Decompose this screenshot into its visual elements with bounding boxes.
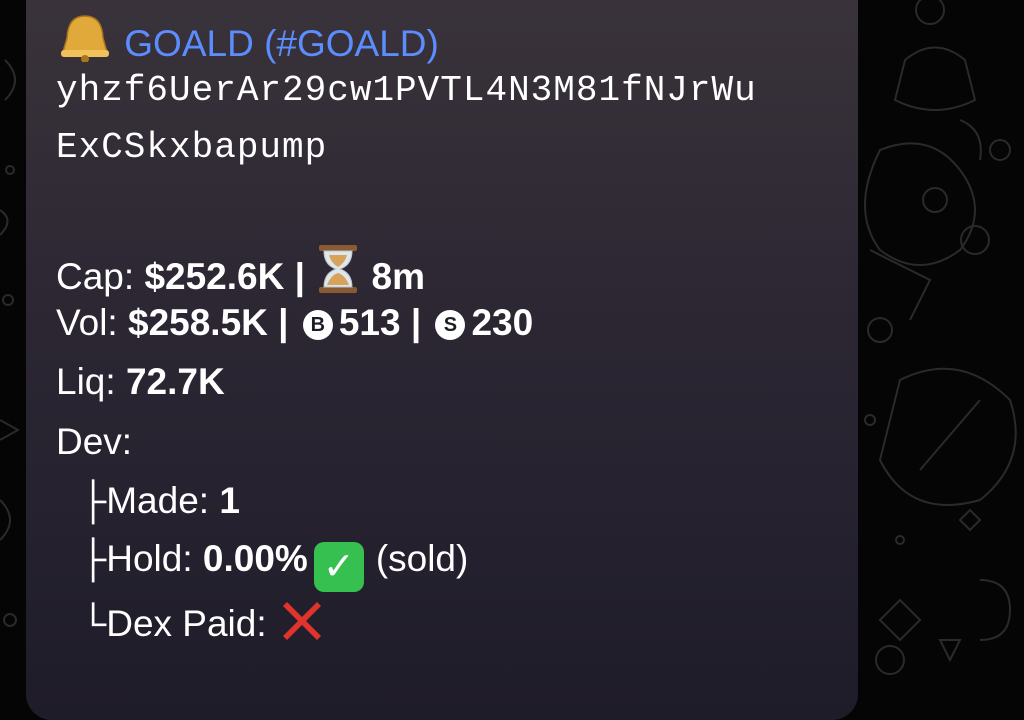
token-address-line-1[interactable]: yhzf6UerAr29cw1PVTL4N3M81fNJrWu — [56, 69, 757, 113]
liq-row: Liq: 72.7K — [56, 360, 225, 404]
cap-value: $252.6K — [144, 256, 285, 297]
liq-label: Liq: — [56, 361, 116, 402]
bell-icon — [56, 12, 114, 72]
sells-value: 230 — [471, 302, 534, 343]
made-label: Made: — [106, 480, 210, 521]
vol-row: Vol: $258.5K | B 513 | S 230 — [56, 301, 533, 345]
tree-branch: ├ — [80, 538, 107, 579]
buys-value: 513 — [338, 302, 401, 343]
token-address-line-2[interactable]: ExCSkxbapump — [56, 126, 327, 170]
vol-label: Vol: — [56, 302, 118, 343]
hold-status: (sold) — [375, 538, 469, 579]
dex-paid-label: Dex Paid: — [106, 603, 267, 644]
token-title-link[interactable]: GOALD (#GOALD) — [124, 23, 439, 64]
separator: | — [278, 302, 289, 343]
hourglass-icon — [315, 243, 361, 305]
separator: | — [410, 302, 422, 343]
separator: | — [294, 256, 305, 297]
age-value: 8m — [371, 256, 426, 297]
made-value: 1 — [219, 480, 240, 521]
cap-label: Cap: — [56, 256, 135, 297]
tree-branch: ├ — [80, 480, 107, 521]
message-title: GOALD (#GOALD) — [56, 12, 439, 72]
cap-row: Cap: $252.6K | 8m — [56, 243, 425, 305]
cross-mark-icon — [277, 596, 327, 656]
tree-corner: └ — [80, 603, 107, 644]
check-mark-icon: ✓ — [313, 542, 364, 592]
dev-made-row: ├Made: 1 — [80, 479, 240, 523]
dev-hold-row: ├Hold: 0.00% ✓ (sold) — [80, 537, 468, 592]
buys-icon: B — [302, 310, 333, 340]
liq-value: 72.7K — [125, 361, 225, 402]
vol-value: $258.5K — [128, 302, 268, 343]
sells-icon: S — [435, 310, 466, 340]
dev-label: Dev: — [56, 421, 133, 462]
hold-label: Hold: — [106, 538, 193, 579]
dex-paid-row: └Dex Paid: — [80, 596, 327, 656]
hold-value: 0.00% — [202, 538, 308, 579]
